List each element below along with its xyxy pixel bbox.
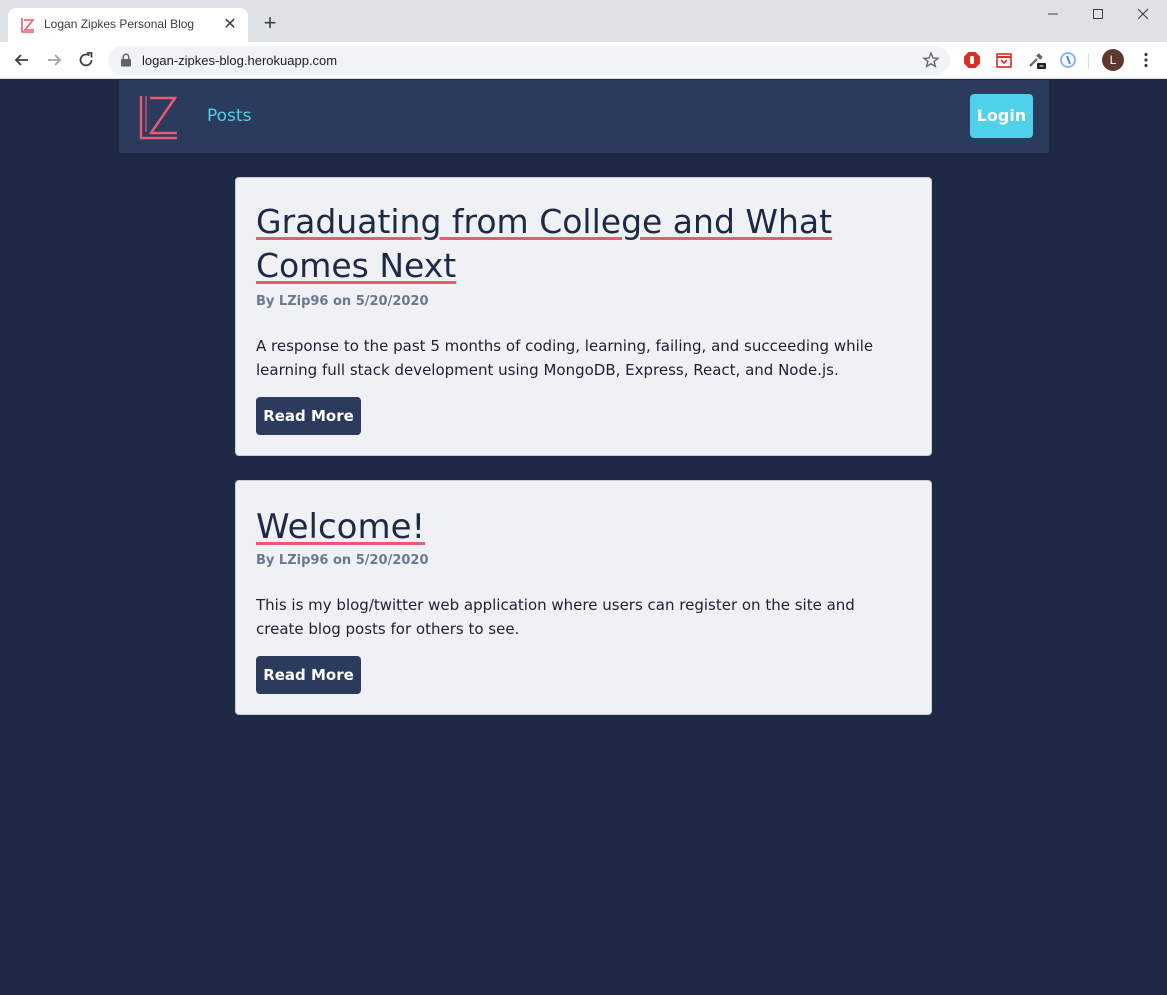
read-more-button[interactable]: Read More: [256, 397, 361, 435]
forward-arrow-icon[interactable]: [44, 50, 64, 70]
site-navbar: Posts Login: [119, 80, 1049, 153]
post-title-link[interactable]: Welcome!: [256, 507, 425, 547]
browser-tab[interactable]: Logan Zipkes Personal Blog ✕: [8, 8, 248, 42]
read-more-button[interactable]: Read More: [256, 656, 361, 694]
adblock-extension-icon[interactable]: [962, 50, 982, 70]
calendar-extension-icon[interactable]: [994, 50, 1014, 70]
bookmark-star-icon[interactable]: [922, 51, 940, 69]
browser-tabstrip: Logan Zipkes Personal Blog ✕ +: [0, 0, 1167, 42]
lock-icon: [121, 53, 131, 67]
post-card: Welcome! By LZip96 on 5/20/2020 This is …: [235, 480, 932, 715]
minimize-icon[interactable]: [1042, 3, 1064, 25]
post-excerpt: This is my blog/twitter web application …: [256, 596, 855, 638]
post-title-link[interactable]: Graduating from College and What Comes N…: [256, 202, 832, 285]
url-text: logan-zipkes-blog.herokuapp.com: [142, 53, 338, 68]
tab-title: Logan Zipkes Personal Blog: [44, 17, 195, 31]
post-card: Graduating from College and What Comes N…: [235, 177, 932, 456]
new-tab-icon[interactable]: +: [260, 12, 280, 34]
login-button[interactable]: Login: [970, 94, 1033, 138]
translate-extension-icon[interactable]: [1058, 50, 1078, 70]
address-bar[interactable]: logan-zipkes-blog.herokuapp.com: [108, 46, 950, 75]
eyedropper-extension-icon[interactable]: [1026, 50, 1046, 70]
window-close-icon[interactable]: [1132, 3, 1154, 25]
back-arrow-icon[interactable]: [12, 50, 32, 70]
tab-close-icon[interactable]: ✕: [222, 16, 238, 32]
site-favicon-icon: [21, 18, 35, 33]
toolbar-separator: [1088, 53, 1089, 69]
post-byline: By LZip96 on 5/20/2020: [256, 553, 429, 568]
browser-toolbar: logan-zipkes-blog.herokuapp.com L: [0, 42, 1167, 79]
post-title: Welcome!: [256, 505, 896, 549]
nav-posts-link[interactable]: Posts: [207, 106, 251, 126]
post-title: Graduating from College and What Comes N…: [256, 200, 896, 288]
profile-avatar[interactable]: L: [1102, 49, 1124, 71]
post-excerpt: A response to the past 5 months of codin…: [256, 337, 874, 379]
more-menu-icon[interactable]: [1136, 50, 1156, 70]
post-byline: By LZip96 on 5/20/2020: [256, 294, 429, 309]
maximize-icon[interactable]: [1087, 3, 1109, 25]
reload-icon[interactable]: [76, 50, 96, 70]
lz-logo-icon[interactable]: [139, 92, 179, 140]
